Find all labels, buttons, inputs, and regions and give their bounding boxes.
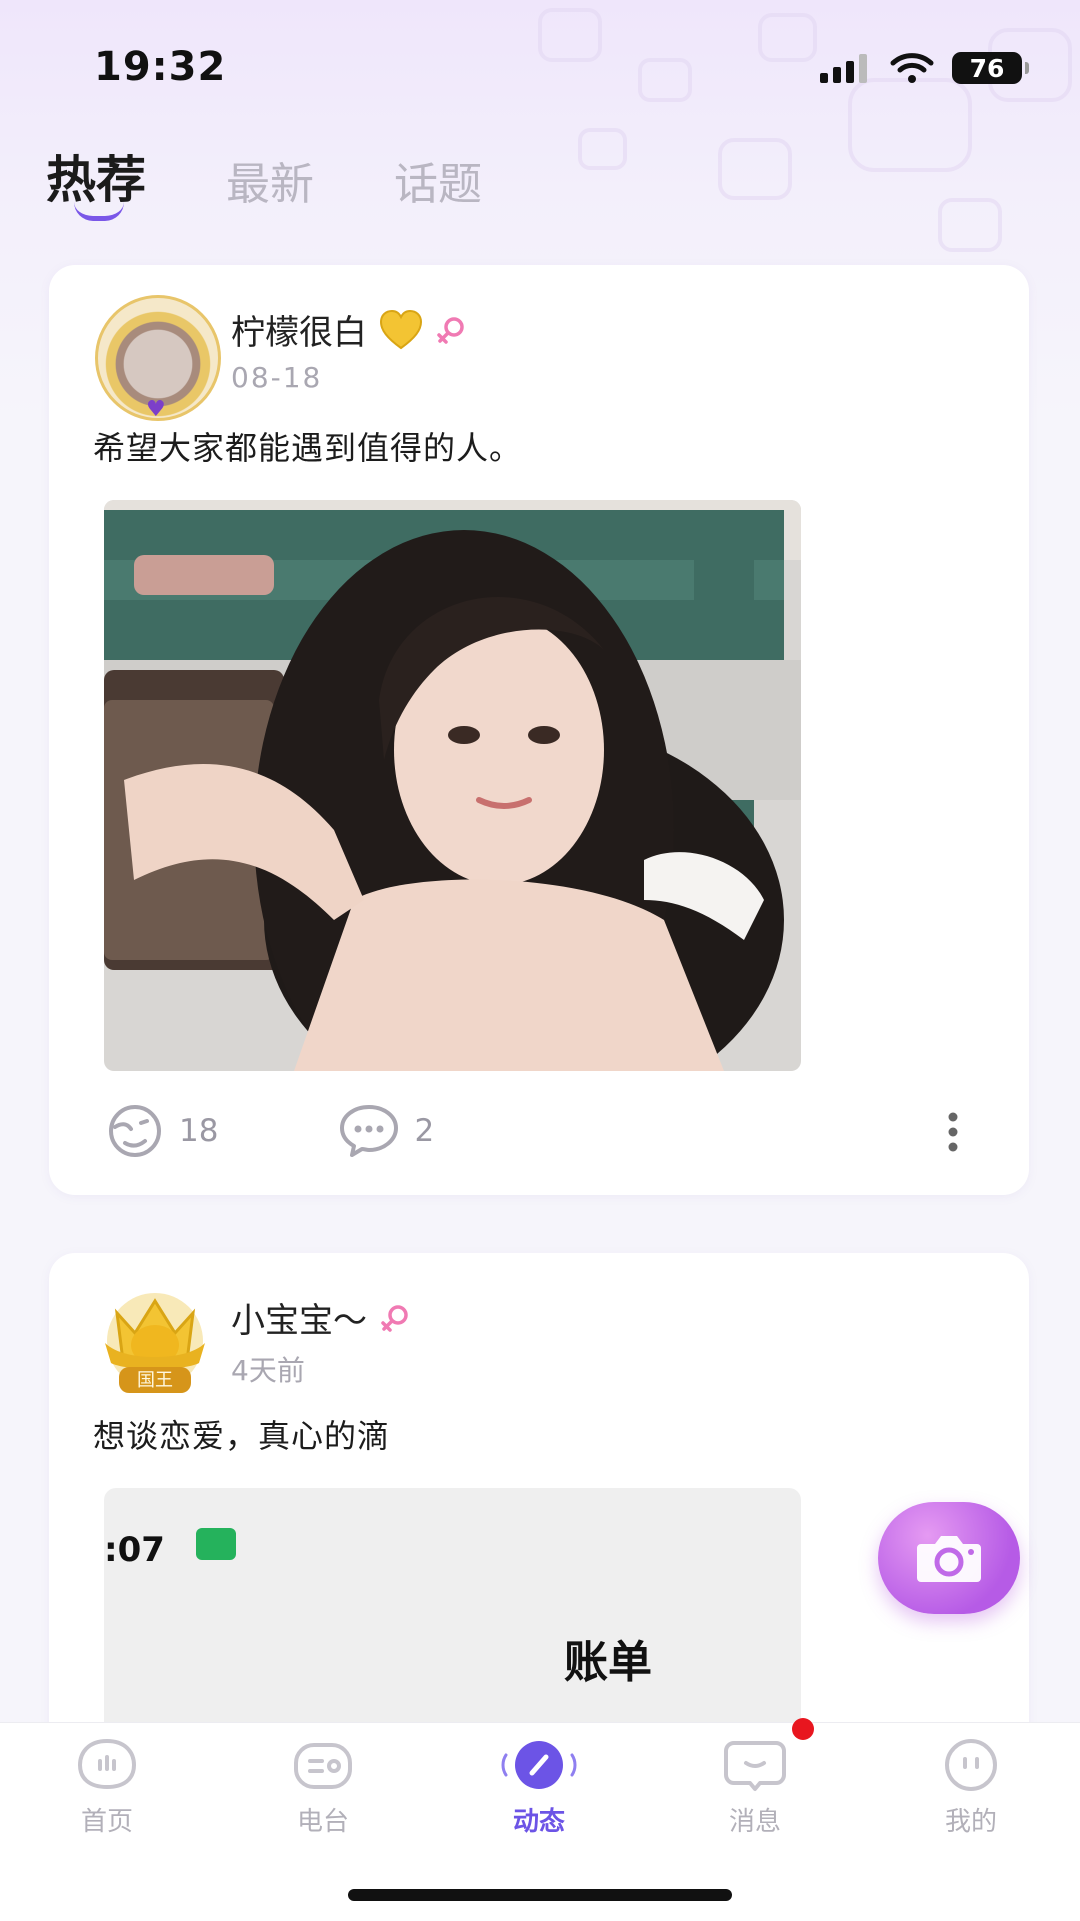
post-author[interactable]: 小宝宝～ — [231, 1293, 411, 1342]
like-button[interactable]: 18 — [105, 1103, 218, 1159]
camera-icon — [917, 1536, 981, 1582]
gold-heart-icon — [379, 309, 423, 349]
female-gender-icon — [381, 1304, 408, 1332]
username: 柠檬很白 — [231, 313, 367, 353]
avatar[interactable]: ♥ — [95, 295, 221, 422]
post-photo[interactable] — [104, 500, 801, 1071]
more-options-icon[interactable] — [947, 1111, 959, 1153]
status-time: 19:32 — [94, 44, 227, 90]
signal-icon — [820, 54, 867, 83]
nav-label: 消息 — [728, 1807, 781, 1837]
avatar-king-badge[interactable]: 国王 — [95, 1283, 215, 1403]
message-icon — [724, 1741, 786, 1791]
nav-messages[interactable]: 消息 — [680, 1737, 830, 1838]
comment-button[interactable]: 2 — [338, 1103, 434, 1159]
tab-label: 热荐 — [46, 151, 146, 209]
nav-moments[interactable]: 动态 — [464, 1737, 614, 1838]
username: 小宝宝～ — [231, 1301, 367, 1341]
post-text[interactable]: 希望大家都能遇到值得的人。 — [93, 423, 522, 469]
tab-label: 话题 — [394, 159, 482, 210]
post-actions: 18 2 — [105, 1103, 554, 1159]
profile-icon — [945, 1739, 997, 1791]
feed-tabs: 热荐 最新 话题 — [46, 140, 482, 221]
radio-icon — [294, 1743, 352, 1789]
nav-profile[interactable]: 我的 — [896, 1737, 1046, 1838]
tab-topics[interactable]: 话题 — [394, 148, 482, 212]
nav-radio[interactable]: 电台 — [248, 1737, 398, 1838]
camera-post-button[interactable] — [878, 1502, 1020, 1614]
comment-count: 2 — [414, 1113, 435, 1149]
screenshot-app-icon — [196, 1528, 236, 1560]
post-date: 08-18 — [231, 361, 323, 394]
message-unread-badge — [792, 1718, 814, 1740]
nav-label: 首页 — [80, 1807, 133, 1837]
battery-indicator: 76 — [952, 52, 1029, 84]
tab-label: 最新 — [226, 159, 314, 210]
like-face-icon — [109, 1105, 161, 1157]
nav-home[interactable]: 首页 — [32, 1737, 182, 1838]
moments-icon — [501, 1741, 577, 1789]
nav-label: 电台 — [296, 1807, 349, 1837]
screenshot-title: 账单 — [564, 1637, 652, 1688]
tab-latest[interactable]: 最新 — [226, 148, 314, 212]
female-gender-icon — [437, 316, 464, 344]
tab-recommended[interactable]: 热荐 — [46, 140, 146, 221]
post-card[interactable]: ♥ 柠檬很白 08-18 希望大家都能遇到值得的人。 18 2 — [49, 265, 1029, 1195]
post-date: 4天前 — [231, 1354, 305, 1387]
screenshot-time: :07 — [104, 1530, 165, 1570]
nav-label: 我的 — [944, 1807, 997, 1837]
wifi-icon — [890, 53, 934, 83]
heart-badge-icon: ♥ — [146, 397, 166, 422]
like-count: 18 — [179, 1113, 219, 1149]
status-bar: 19:32 76 — [0, 0, 1080, 130]
comment-bubble-icon — [340, 1105, 399, 1157]
home-face-icon — [77, 1738, 137, 1790]
home-indicator[interactable] — [348, 1889, 732, 1901]
post-author[interactable]: 柠檬很白 — [231, 305, 467, 354]
post-card[interactable]: 国王 小宝宝～ 4天前 想谈恋爱，真心的滴 :07 账单 — [49, 1253, 1029, 1773]
nav-label: 动态 — [512, 1807, 565, 1837]
avatar-badge-label: 国王 — [137, 1370, 173, 1391]
post-text[interactable]: 想谈恋爱，真心的滴 — [93, 1411, 390, 1457]
